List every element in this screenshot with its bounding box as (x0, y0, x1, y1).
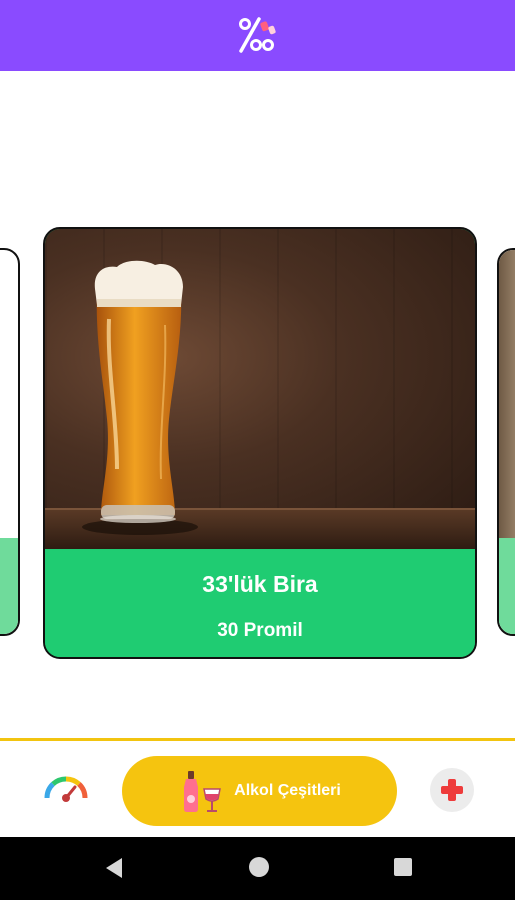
next-card[interactable] (497, 248, 515, 636)
drink-card-footer: 33'lük Bira 30 Promil (45, 549, 475, 657)
alcohol-types-label: Alkol Çeşitleri (234, 782, 341, 799)
beer-glass-image (45, 229, 475, 549)
home-icon[interactable] (249, 857, 269, 877)
next-card-image (499, 250, 515, 538)
system-navigation-bar (0, 837, 515, 900)
add-button[interactable] (430, 768, 474, 812)
recent-apps-icon[interactable] (394, 858, 412, 876)
drink-permille: 30 Promil (217, 620, 303, 641)
previous-card-footer (0, 538, 18, 634)
alcohol-types-button[interactable]: Alkol Çeşitleri (122, 756, 397, 826)
previous-card[interactable] (0, 248, 20, 636)
app-bar (0, 0, 515, 71)
drink-name: 33'lük Bira (202, 571, 318, 597)
percent-logo-icon (238, 16, 276, 53)
back-icon[interactable] (104, 857, 124, 879)
bottom-navigation: Alkol Çeşitleri (0, 738, 515, 837)
gauge-icon[interactable] (42, 774, 90, 804)
next-card-footer (499, 538, 515, 634)
drink-carousel[interactable]: 33'lük Bira 30 Promil (0, 71, 515, 738)
drink-card[interactable]: 33'lük Bira 30 Promil (43, 227, 477, 659)
bottle-glass-icon (184, 771, 222, 812)
plus-icon (441, 779, 463, 801)
